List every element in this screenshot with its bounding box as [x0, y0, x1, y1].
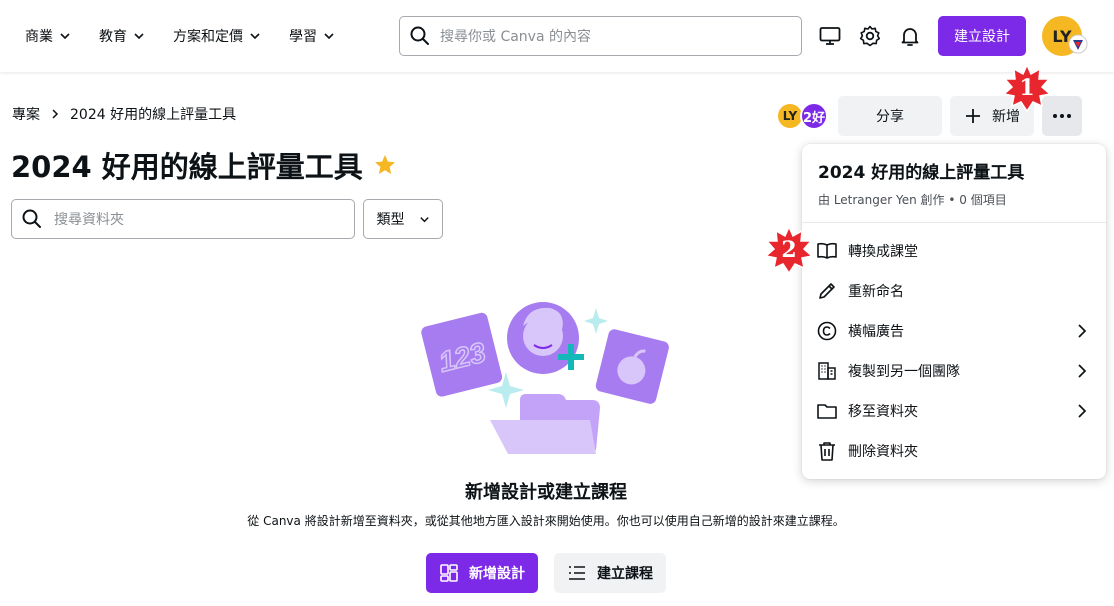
search-icon — [410, 26, 429, 45]
chevron-down-icon — [134, 33, 144, 40]
team-badge-icon — [1068, 34, 1088, 54]
create-course-button[interactable]: 建立課程 — [554, 553, 666, 593]
collaborator-avatar: 2好 — [800, 102, 828, 130]
top-nav-bar: 商業 教育 方案和定價 學習 搜尋你或 Canva 的內容 建立設計 LY — [0, 0, 1114, 72]
star-icon[interactable] — [373, 153, 397, 177]
nav-pricing-label: 方案和定價 — [173, 29, 243, 45]
menu-item-label: 複製到另一個團隊 — [848, 364, 960, 380]
copyright-icon — [817, 321, 837, 341]
chevron-right-icon — [1078, 364, 1087, 378]
desktop-app-icon[interactable] — [818, 24, 842, 48]
nav-pricing[interactable]: 方案和定價 — [173, 26, 261, 46]
callout-badge: 2 — [764, 225, 814, 275]
menu-item-banner-ad[interactable]: 橫幅廣告 — [802, 311, 1106, 351]
breadcrumb-projects-link[interactable]: 專案 — [12, 104, 40, 124]
menu-item-move-to-folder[interactable]: 移至資料夾 — [802, 391, 1106, 431]
nav-business-label: 商業 — [25, 29, 53, 45]
design-grid-icon — [440, 564, 458, 582]
building-icon — [818, 362, 836, 380]
callout-number: 1 — [1019, 75, 1035, 101]
menu-divider — [802, 222, 1106, 223]
list-icon — [569, 566, 585, 580]
menu-subtitle: 由 Letranger Yen 創作 • 0 個項目 — [818, 193, 1007, 207]
menu-item-rename[interactable]: 重新命名 — [802, 271, 1106, 311]
callout-badge: 1 — [1002, 63, 1052, 113]
menu-title: 2024 好用的線上評量工具 — [818, 163, 1025, 183]
chevron-down-icon — [250, 33, 260, 40]
menu-item-copy-to-team[interactable]: 複製到另一個團隊 — [802, 351, 1106, 391]
folder-options-menu: 2024 好用的線上評量工具 由 Letranger Yen 創作 • 0 個項… — [802, 144, 1106, 479]
chevron-right-icon — [1078, 404, 1087, 418]
callout-number: 2 — [781, 237, 797, 263]
open-book-icon — [817, 242, 837, 259]
menu-item-label: 橫幅廣告 — [848, 324, 904, 340]
chevron-right-icon — [1078, 324, 1087, 338]
type-filter-dropdown[interactable]: 類型 — [363, 199, 443, 239]
chevron-down-icon — [419, 216, 429, 222]
page-title-row: 2024 好用的線上評量工具 — [11, 144, 397, 186]
plus-icon — [966, 109, 980, 123]
folder-search-input[interactable]: 搜尋資料夾 — [11, 199, 355, 239]
nav-learn[interactable]: 學習 — [289, 26, 335, 46]
nav-learn-label: 學習 — [289, 29, 317, 45]
create-design-button[interactable]: 建立設計 — [938, 16, 1026, 56]
breadcrumb: 專案 2024 好用的線上評量工具 — [12, 104, 236, 124]
create-course-button-label: 建立課程 — [597, 566, 653, 582]
trash-icon — [819, 442, 835, 461]
menu-item-label: 重新命名 — [848, 284, 904, 300]
nav-business[interactable]: 商業 — [25, 26, 71, 46]
menu-item-label: 移至資料夾 — [848, 404, 918, 420]
search-icon — [22, 209, 41, 228]
gear-icon[interactable] — [858, 24, 882, 48]
menu-item-delete-folder[interactable]: 刪除資料夾 — [802, 431, 1106, 471]
empty-folder-illustration: 123 — [421, 302, 669, 454]
more-dots-icon — [1053, 114, 1071, 118]
empty-state-description: 從 Canva 將設計新增至資料夾，或從其他地方匯入設計來開始使用。你也可以使用… — [247, 514, 845, 528]
menu-item-label: 轉換成課堂 — [848, 244, 918, 260]
nav-education-label: 教育 — [99, 29, 127, 45]
new-design-button[interactable]: 新增設計 — [426, 553, 538, 593]
global-search-input[interactable]: 搜尋你或 Canva 的內容 — [399, 16, 802, 56]
chevron-down-icon — [324, 33, 334, 40]
menu-item-label: 刪除資料夾 — [848, 444, 918, 460]
global-search-placeholder: 搜尋你或 Canva 的內容 — [440, 29, 591, 45]
menu-item-convert-to-classroom[interactable]: 轉換成課堂 — [802, 231, 1106, 271]
nav-education[interactable]: 教育 — [99, 26, 145, 46]
collaborator-avatars[interactable]: LY 2好 — [776, 102, 832, 132]
chevron-down-icon — [60, 33, 70, 40]
new-design-button-label: 新增設計 — [469, 566, 525, 582]
folder-search-placeholder: 搜尋資料夾 — [54, 212, 124, 228]
bell-icon[interactable] — [898, 24, 922, 48]
chevron-right-icon — [52, 109, 59, 119]
empty-state-title: 新增設計或建立課程 — [465, 482, 627, 503]
folder-icon — [817, 404, 837, 419]
pencil-icon — [819, 283, 835, 299]
breadcrumb-current: 2024 好用的線上評量工具 — [70, 107, 237, 123]
share-button[interactable]: 分享 — [838, 96, 942, 136]
type-filter-label: 類型 — [376, 212, 405, 228]
page-title: 2024 好用的線上評量工具 — [11, 150, 363, 184]
